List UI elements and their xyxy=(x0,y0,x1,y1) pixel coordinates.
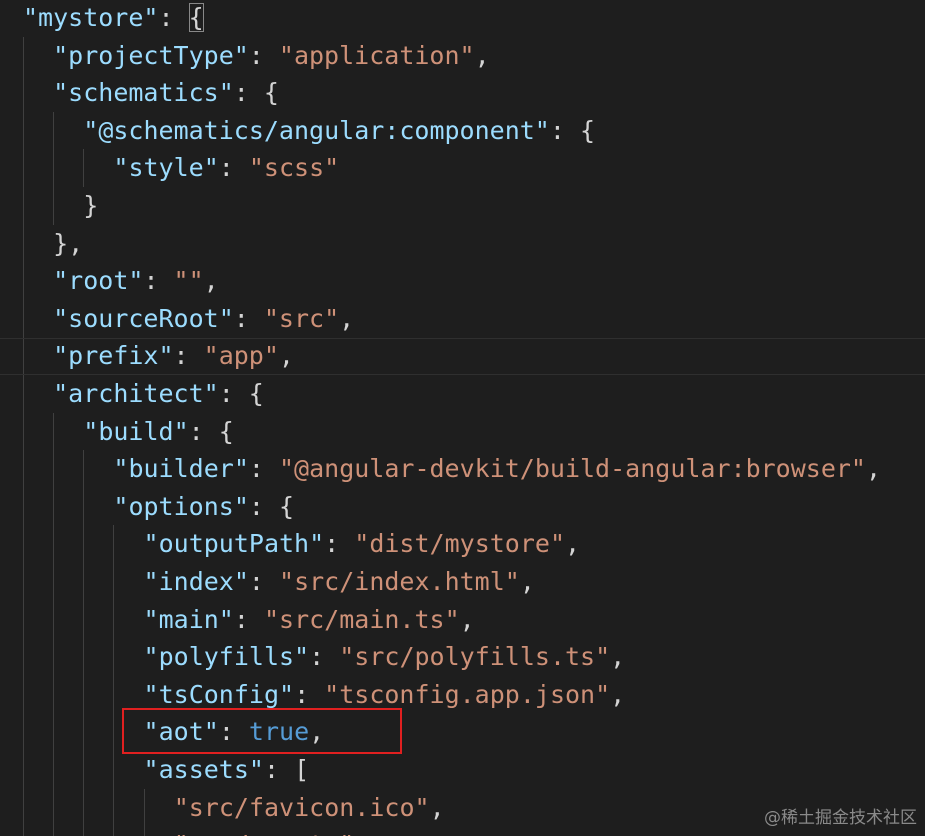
json-key: "prefix" xyxy=(53,341,174,371)
json-punctuation: : xyxy=(324,529,355,559)
json-string: "src/favicon.ico" xyxy=(173,792,430,822)
code-line[interactable]: "polyfills": "src/polyfills.ts", xyxy=(144,638,626,676)
json-key: "root" xyxy=(53,266,144,296)
json-punctuation: : { xyxy=(248,491,295,521)
indent-guide xyxy=(53,412,55,836)
json-punctuation: : { xyxy=(218,379,264,408)
json-key: "options" xyxy=(113,491,249,521)
json-key: "build" xyxy=(83,416,189,446)
code-line[interactable]: "build": { xyxy=(83,413,234,451)
json-punctuation: , xyxy=(429,792,445,822)
code-line[interactable]: "mystore": { xyxy=(23,0,204,37)
json-punctuation: , xyxy=(459,604,475,634)
json-punctuation: , xyxy=(278,341,294,371)
code-line[interactable]: "index": "src/index.html", xyxy=(144,563,535,601)
code-line[interactable]: "builder": "@angular-devkit/build-angula… xyxy=(113,450,881,488)
json-key: "outputPath" xyxy=(143,529,325,559)
indent-guide xyxy=(23,36,24,836)
json-key: "mystore" xyxy=(23,3,159,32)
json-string: "application" xyxy=(278,40,475,70)
json-punctuation: , xyxy=(610,642,626,672)
code-line[interactable]: "@schematics/angular:component": { xyxy=(83,112,595,150)
json-string: "src" xyxy=(263,303,340,333)
watermark: @稀土掘金技术社区 xyxy=(764,808,917,828)
code-line[interactable]: "sourceRoot": "src", xyxy=(53,300,354,338)
indent-guide xyxy=(113,525,115,836)
json-string: "@angular-devkit/build-angular:browser" xyxy=(278,454,866,484)
code-line[interactable]: } xyxy=(83,187,98,225)
json-punctuation: : xyxy=(233,604,264,634)
json-punctuation: { xyxy=(188,3,204,32)
code-line[interactable]: "style": "scss" xyxy=(113,149,339,187)
json-punctuation: : xyxy=(173,341,204,371)
json-punctuation: : xyxy=(233,303,264,333)
json-key: "tsConfig" xyxy=(143,679,295,709)
json-key: "builder" xyxy=(113,454,249,484)
code-editor[interactable]: "mystore": {"projectType": "application"… xyxy=(0,0,925,836)
json-punctuation: : xyxy=(294,679,325,709)
json-string: "src/assets" xyxy=(174,830,355,836)
json-punctuation: , xyxy=(474,40,490,70)
json-punctuation: : xyxy=(248,567,280,596)
json-punctuation: : xyxy=(309,642,340,672)
code-line[interactable]: "outputPath": "dist/mystore", xyxy=(144,525,581,563)
code-line[interactable]: "src/assets" xyxy=(174,826,355,836)
json-key: "architect" xyxy=(53,379,219,408)
json-key: "assets" xyxy=(143,755,264,784)
code-line[interactable]: "options": { xyxy=(113,488,294,526)
json-punctuation: : xyxy=(248,40,279,70)
json-punctuation: : xyxy=(248,454,279,484)
json-key: "main" xyxy=(143,604,234,634)
code-line[interactable]: "architect": { xyxy=(53,375,264,413)
json-punctuation: , xyxy=(339,303,355,333)
json-string: "" xyxy=(173,266,204,296)
json-string: "scss" xyxy=(248,153,340,183)
code-line[interactable]: "main": "src/main.ts", xyxy=(144,601,475,639)
code-line[interactable]: "prefix": "app", xyxy=(53,337,294,375)
code-line[interactable]: "src/favicon.ico", xyxy=(174,789,445,827)
json-punctuation: : { xyxy=(188,416,234,446)
json-punctuation: : xyxy=(218,153,249,183)
json-key: "style" xyxy=(113,153,219,183)
json-string: "src/polyfills.ts" xyxy=(339,642,611,672)
json-punctuation: } xyxy=(83,191,99,220)
json-key: "polyfills" xyxy=(143,642,310,672)
json-key: "@schematics/angular:component" xyxy=(83,115,550,145)
json-punctuation: , xyxy=(610,679,626,709)
annotation-highlight-box xyxy=(122,708,402,754)
json-string: "tsconfig.app.json" xyxy=(324,679,611,709)
code-line[interactable]: }, xyxy=(53,225,83,263)
json-key: "schematics" xyxy=(53,78,234,108)
code-line[interactable]: "schematics": { xyxy=(53,74,279,112)
json-key: "projectType" xyxy=(53,40,249,70)
json-punctuation: : { xyxy=(233,78,279,108)
json-punctuation: : [ xyxy=(263,755,310,784)
json-punctuation: : xyxy=(158,3,189,32)
json-punctuation: , xyxy=(865,454,882,484)
code-line[interactable]: "root": "", xyxy=(53,262,219,300)
json-punctuation: , xyxy=(203,266,219,296)
indent-guide xyxy=(83,149,85,187)
json-string: "app" xyxy=(203,341,279,371)
json-punctuation: , xyxy=(519,567,535,596)
json-string: "dist/mystore" xyxy=(354,529,565,559)
indent-guide xyxy=(143,788,145,836)
code-line[interactable]: "projectType": "application", xyxy=(53,37,490,75)
json-key: "sourceRoot" xyxy=(53,303,234,333)
indent-guide xyxy=(83,450,85,836)
json-punctuation: : { xyxy=(549,115,596,145)
indent-guide xyxy=(53,111,55,225)
json-key: "index" xyxy=(143,567,249,596)
json-punctuation: : xyxy=(143,266,174,296)
code-line[interactable]: "assets": [ xyxy=(144,751,310,789)
json-punctuation: , xyxy=(565,529,581,559)
json-string: "src/main.ts" xyxy=(263,604,460,634)
json-punctuation: }, xyxy=(53,228,84,258)
json-string: "src/index.html" xyxy=(279,567,520,596)
